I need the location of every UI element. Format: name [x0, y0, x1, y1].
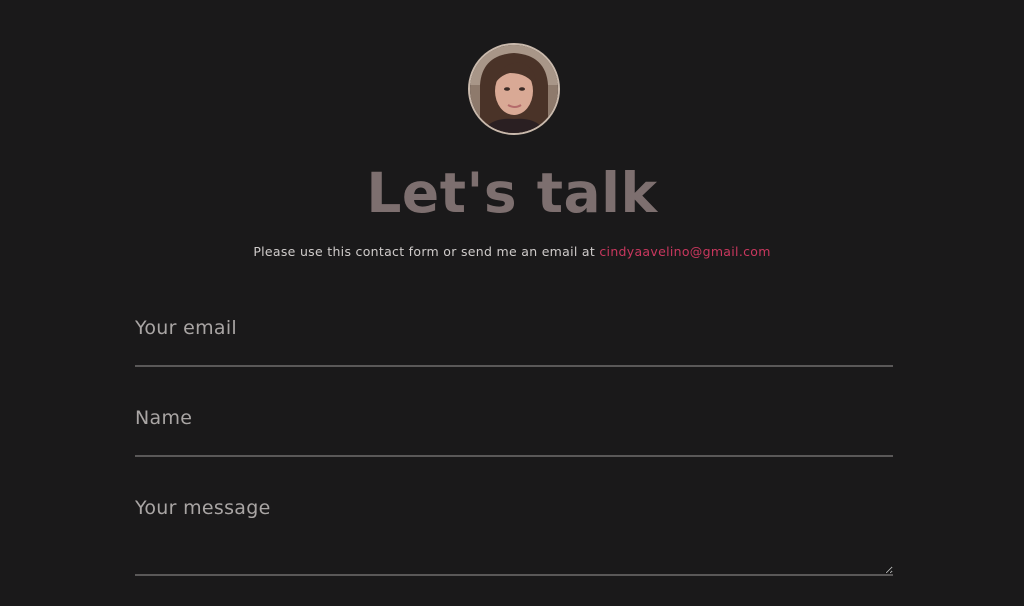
subtitle-text: Please use this contact form or send me …	[253, 244, 600, 259]
avatar	[468, 43, 560, 135]
message-field[interactable]	[135, 493, 893, 576]
page-title: Let's talk	[366, 161, 658, 225]
email-field[interactable]	[135, 312, 893, 367]
name-field[interactable]	[135, 402, 893, 457]
contact-subtitle: Please use this contact form or send me …	[0, 243, 1024, 261]
email-link[interactable]: cindyaavelino@gmail.com	[599, 244, 770, 259]
avatar-photo	[470, 45, 558, 133]
